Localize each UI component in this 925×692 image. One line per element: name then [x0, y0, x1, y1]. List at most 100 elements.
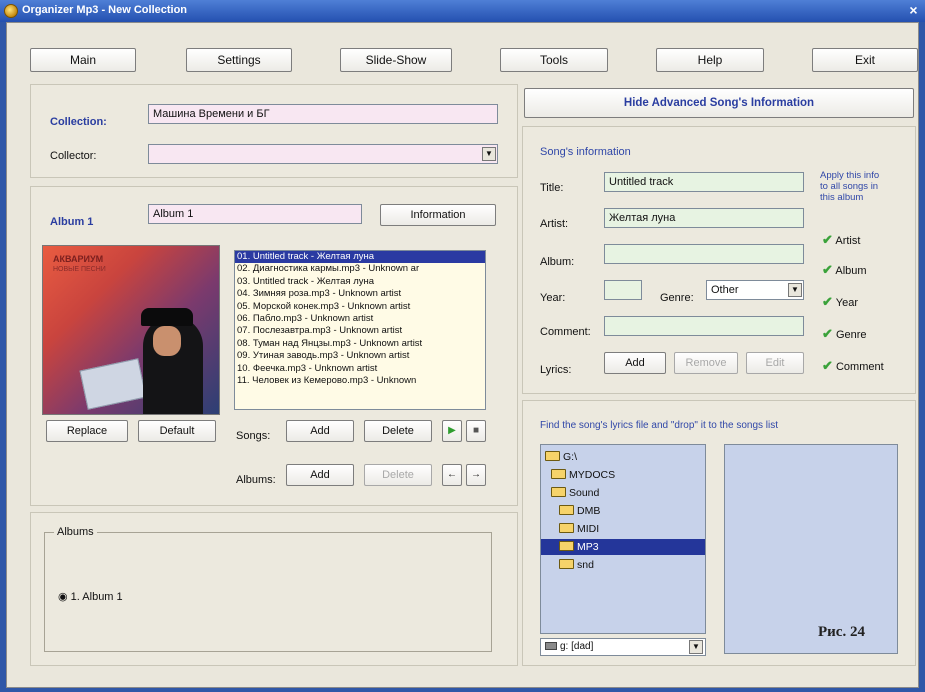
- folder-icon: [559, 559, 574, 569]
- main-button[interactable]: Main: [30, 48, 136, 72]
- album-cover-title: АКВАРИУМ: [53, 254, 104, 264]
- arrow-right-icon[interactable]: →: [466, 464, 486, 486]
- app-icon: [4, 4, 18, 18]
- folder-tree-label: G:\: [563, 451, 578, 463]
- apply-comment-label: Comment: [835, 361, 884, 373]
- settings-button[interactable]: Settings: [186, 48, 292, 72]
- drive-select[interactable]: g: [dad]: [540, 638, 706, 656]
- tools-button[interactable]: Tools: [500, 48, 608, 72]
- add-lyrics-button[interactable]: Add: [604, 352, 666, 374]
- slide-show-button[interactable]: Slide-Show: [340, 48, 452, 72]
- comment-label: Comment:: [540, 326, 591, 338]
- help-button[interactable]: Help: [656, 48, 764, 72]
- song-list-item[interactable]: 11. Человек из Кемерово.mp3 - Unknown: [235, 375, 485, 387]
- folder-tree-label: DMB: [577, 505, 601, 517]
- apply-year-toggle[interactable]: ✔ Year: [822, 294, 858, 310]
- song-list-item[interactable]: 02. Диагностика кармы.mp3 - Unknown ar: [235, 263, 485, 275]
- add-album-button[interactable]: Add: [286, 464, 354, 486]
- apply-comment-toggle[interactable]: ✔ Comment: [822, 358, 884, 374]
- folder-tree-item[interactable]: MP3: [541, 539, 705, 555]
- album-radio-item[interactable]: ◉ 1. Album 1: [58, 590, 123, 603]
- apply-album-label: Album: [835, 265, 867, 277]
- apply-note-line: this album: [820, 192, 864, 203]
- check-icon: ✔: [822, 326, 833, 341]
- song-list-item[interactable]: 03. Untitled track - Желтая луна: [235, 276, 485, 288]
- play-icon[interactable]: ▶: [442, 420, 462, 442]
- exit-button[interactable]: Exit: [812, 48, 918, 72]
- apply-artist-toggle[interactable]: ✔ Artist: [822, 232, 860, 248]
- song-list-item[interactable]: 10. Феечка.mp3 - Unknown artist: [235, 363, 485, 375]
- folder-icon: [559, 505, 574, 515]
- folder-tree-item[interactable]: DMB: [541, 503, 705, 519]
- collector-select[interactable]: [148, 144, 498, 164]
- window-title: Organizer Mp3 - New Collection: [22, 4, 188, 16]
- remove-lyrics-button[interactable]: Remove: [674, 352, 738, 374]
- album-cover-hat: [141, 308, 193, 326]
- album-name-input[interactable]: Album 1: [148, 204, 362, 224]
- folder-tree-label: MP3: [577, 541, 599, 553]
- stop-icon[interactable]: ■: [466, 420, 486, 442]
- folder-tree-item[interactable]: G:\: [541, 449, 705, 465]
- replace-cover-button[interactable]: Replace: [46, 420, 128, 442]
- lyrics-browser-hint: Find the song's lyrics file and "drop" i…: [540, 420, 779, 431]
- albums-group-legend: Albums: [54, 526, 97, 538]
- radio-button-icon[interactable]: ◉: [58, 591, 68, 603]
- song-list-item[interactable]: 06. Пабло.mp3 - Unknown artist: [235, 313, 485, 325]
- delete-song-button[interactable]: Delete: [364, 420, 432, 442]
- hide-advanced-info-button[interactable]: Hide Advanced Song's Information: [524, 88, 914, 118]
- song-list-item[interactable]: 09. Утиная заводь.mp3 - Unknown artist: [235, 350, 485, 362]
- arrow-left-icon[interactable]: ←: [442, 464, 462, 486]
- album-cover-paper: [79, 358, 147, 410]
- apply-genre-toggle[interactable]: ✔ Genre: [822, 326, 867, 342]
- song-list-item[interactable]: 05. Морской конек.mp3 - Unknown artist: [235, 301, 485, 313]
- song-comment-input[interactable]: [604, 316, 804, 336]
- folder-tree-item[interactable]: snd: [541, 557, 705, 573]
- add-song-button[interactable]: Add: [286, 420, 354, 442]
- collection-name-input[interactable]: Машина Времени и БГ: [148, 104, 498, 124]
- song-info-title: Song's information: [540, 146, 631, 158]
- title-label: Title:: [540, 182, 564, 194]
- album-cover-subtitle: НОВЫЕ ПЕСНИ: [53, 266, 106, 273]
- folder-tree-label: MIDI: [577, 523, 600, 535]
- folder-tree-item[interactable]: MIDI: [541, 521, 705, 537]
- apply-genre-label: Genre: [835, 329, 867, 341]
- albums-label: Albums:: [236, 474, 276, 486]
- folder-tree[interactable]: G:\ MYDOCS Sound DMB MIDI MP3 snd: [540, 444, 706, 634]
- collector-label: Collector:: [50, 150, 97, 162]
- apply-year-label: Year: [835, 297, 858, 309]
- title-bar[interactable]: Organizer Mp3 - New Collection ×: [0, 0, 925, 22]
- apply-note-line: Apply this info: [820, 170, 880, 181]
- song-list-item[interactable]: 04. Зимняя роза.mp3 - Unknown artist: [235, 288, 485, 300]
- songs-label: Songs:: [236, 430, 271, 442]
- song-list-item[interactable]: 01. Untitled track - Желтая луна: [235, 251, 485, 264]
- default-cover-button[interactable]: Default: [138, 420, 216, 442]
- folder-tree-item[interactable]: MYDOCS: [541, 467, 705, 483]
- chevron-down-icon[interactable]: ▼: [482, 147, 496, 161]
- album-cover-image: АКВАРИУМ НОВЫЕ ПЕСНИ: [42, 245, 220, 415]
- apply-info-note: Apply this info to all songs in this alb…: [820, 170, 879, 203]
- album-label: Album 1: [50, 216, 94, 228]
- song-album-input[interactable]: [604, 244, 804, 264]
- folder-tree-label: MYDOCS: [569, 469, 616, 481]
- drive-icon: [545, 642, 557, 650]
- close-icon[interactable]: ×: [905, 2, 922, 19]
- song-list-item[interactable]: 07. Послезавтра.mp3 - Unknown artist: [235, 325, 485, 337]
- check-icon: ✔: [822, 262, 833, 277]
- chevron-down-icon[interactable]: ▼: [689, 640, 703, 654]
- folder-icon: [559, 541, 574, 551]
- information-button[interactable]: Information: [380, 204, 496, 226]
- song-list-item[interactable]: 08. Туман над Янцзы.mp3 - Unknown artist: [235, 338, 485, 350]
- song-title-input[interactable]: Untitled track: [604, 172, 804, 192]
- folder-tree-item[interactable]: Sound: [541, 485, 705, 501]
- edit-lyrics-button[interactable]: Edit: [746, 352, 804, 374]
- song-list[interactable]: 01. Untitled track - Желтая луна 02. Диаг…: [234, 250, 486, 410]
- lyrics-drop-area[interactable]: [724, 444, 898, 654]
- apply-album-toggle[interactable]: ✔ Album: [822, 262, 867, 278]
- album-radio-label: 1. Album 1: [70, 591, 123, 603]
- folder-icon: [551, 469, 566, 479]
- song-year-input[interactable]: [604, 280, 642, 300]
- song-artist-input[interactable]: Желтая луна: [604, 208, 804, 228]
- chevron-down-icon[interactable]: ▼: [788, 283, 802, 297]
- delete-album-button[interactable]: Delete: [364, 464, 432, 486]
- check-icon: ✔: [822, 294, 833, 309]
